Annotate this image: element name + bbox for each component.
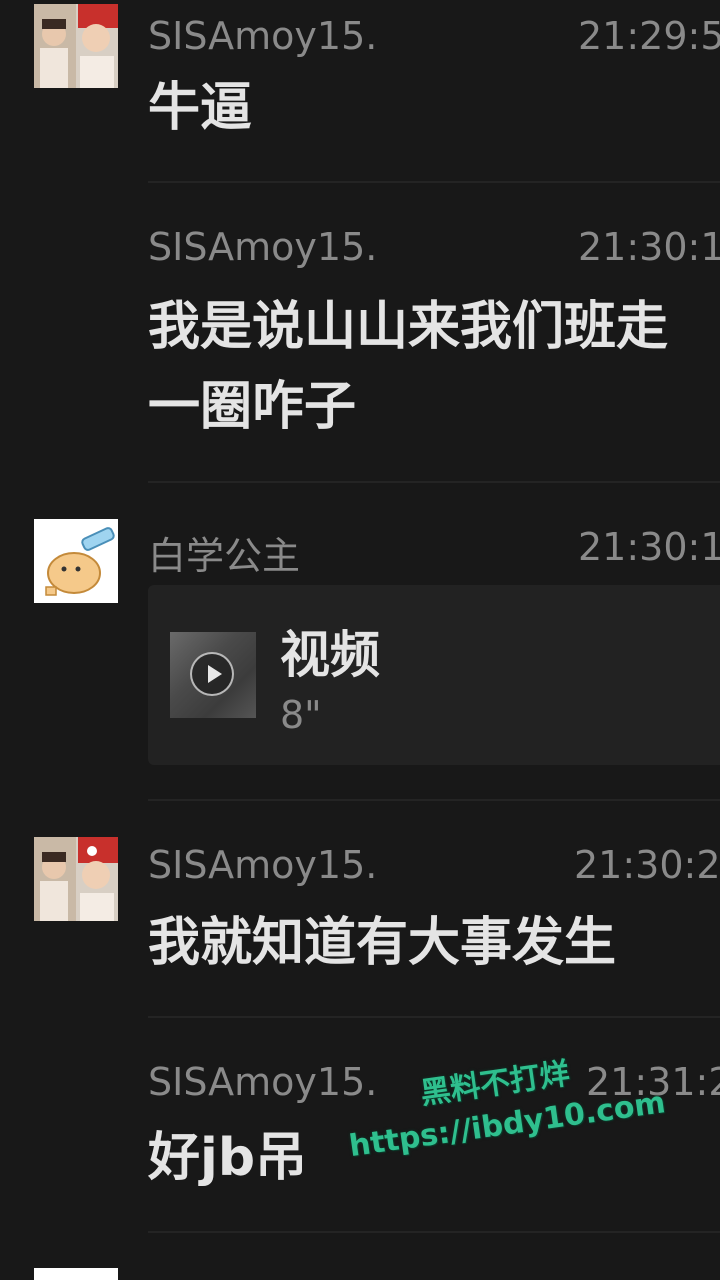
- message-text: 我就知道有大事发生: [148, 913, 617, 973]
- video-thumbnail[interactable]: [170, 632, 256, 718]
- chat-message[interactable]: SISAmoy15. 21:30:23 我就知道有大事发生: [0, 801, 720, 1018]
- sender-name: SISAmoy15.: [148, 225, 378, 269]
- chat-screen: SISAmoy15. 21:29:5 牛逼 SISAmoy15. 21:30:1…: [0, 0, 720, 1280]
- video-message-card[interactable]: 视频 8": [148, 585, 720, 765]
- sender-name: SISAmoy15.: [148, 14, 378, 58]
- video-duration: 8": [280, 693, 322, 737]
- chat-message[interactable]: SISAmoy15. 21:29:5 牛逼: [0, 0, 720, 183]
- message-time: 21:30:23: [574, 843, 720, 887]
- message-time: 21:30:14: [578, 225, 720, 269]
- cartoon-cat-avatar-icon: [34, 519, 118, 603]
- cartoon-cat-avatar-icon: [34, 1268, 118, 1280]
- kids-photo-avatar-icon: [34, 837, 118, 921]
- avatar[interactable]: [34, 4, 118, 88]
- message-time: 21:30:19: [578, 525, 720, 569]
- message-text: 牛逼: [148, 78, 253, 138]
- avatar[interactable]: [34, 519, 118, 603]
- sender-name: SISAmoy15.: [148, 843, 378, 887]
- message-time: 21:29:5: [578, 14, 720, 58]
- play-icon[interactable]: [190, 652, 234, 696]
- kids-photo-avatar-icon: [34, 4, 118, 88]
- message-text-line: 一圈咋子: [148, 377, 357, 437]
- avatar[interactable]: [34, 1268, 118, 1280]
- avatar[interactable]: [34, 837, 118, 921]
- message-text-line: 我是说山山来我们班走: [148, 297, 669, 357]
- sender-name: 白学公主: [148, 534, 301, 578]
- chat-message[interactable]: SISAmoy15. 21:30:14 我是说山山来我们班走 一圈咋子: [0, 183, 720, 483]
- divider: [148, 1231, 720, 1233]
- video-title: 视频: [280, 626, 380, 684]
